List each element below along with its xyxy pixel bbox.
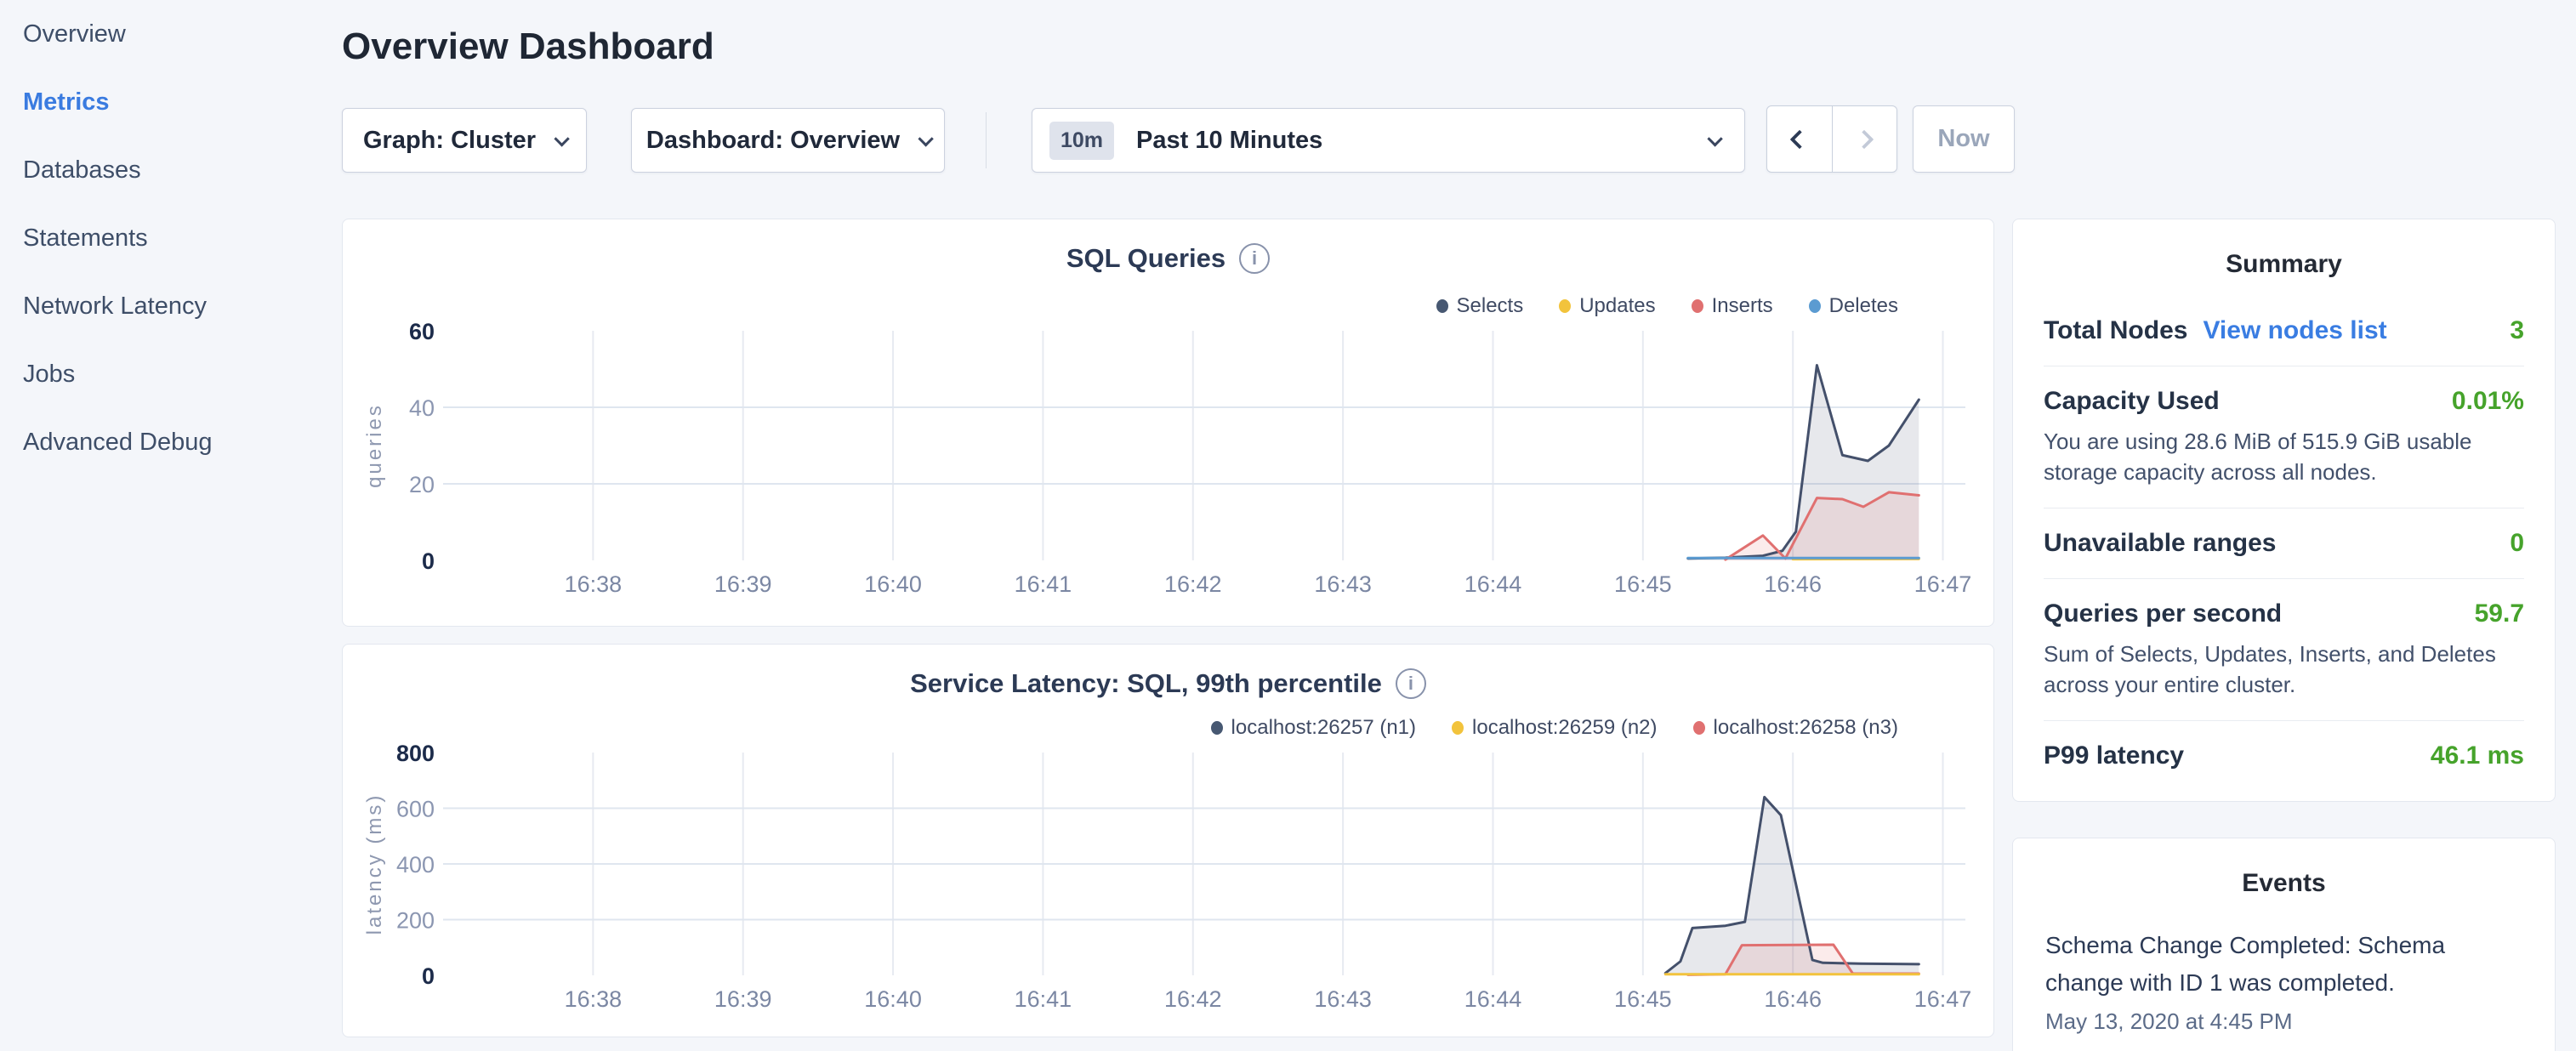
x-axis-tick-label: 16:39 bbox=[714, 571, 772, 597]
x-axis-tick-label: 16:46 bbox=[1764, 571, 1822, 597]
dashboard-dropdown-label: Dashboard: Overview bbox=[646, 127, 900, 155]
x-axis-tick-label: 16:44 bbox=[1464, 571, 1522, 597]
summary-row-label: Capacity Used bbox=[2044, 387, 2220, 416]
summary-row-label: Unavailable ranges bbox=[2044, 529, 2276, 558]
summary-row: Unavailable ranges 0 bbox=[2044, 508, 2524, 578]
chevron-down-icon bbox=[1707, 131, 1722, 146]
x-axis-tick-label: 16:39 bbox=[714, 986, 772, 1012]
x-axis-tick-label: 16:38 bbox=[565, 571, 623, 597]
sidebar-item-network-latency[interactable]: Network Latency bbox=[0, 272, 340, 340]
events-list: Schema Change Completed: Schema change w… bbox=[2045, 927, 2522, 1035]
x-axis-tick-label: 16:42 bbox=[1164, 571, 1222, 597]
sidebar-item-label: Metrics bbox=[23, 88, 110, 116]
x-axis-tick-label: 16:45 bbox=[1614, 986, 1672, 1012]
x-axis-tick-label: 16:40 bbox=[864, 986, 922, 1012]
summary-row-label: P99 latency bbox=[2044, 741, 2184, 770]
x-axis-tick-label: 16:45 bbox=[1614, 571, 1672, 597]
sidebar-item-overview[interactable]: Overview bbox=[0, 0, 340, 68]
sidebar: Overview Metrics Databases Statements Networ… bbox=[0, 0, 340, 1051]
x-axis-tick-label: 16:47 bbox=[1914, 571, 1972, 597]
y-axis-tick-label: 200 bbox=[396, 908, 435, 934]
summary-row-label: Total Nodes bbox=[2044, 316, 2187, 345]
y-axis-tick-label: 800 bbox=[396, 741, 435, 766]
summary-rows: Total Nodes View nodes list 3 Capacity Used… bbox=[2044, 296, 2524, 791]
summary-row-label: Queries per second bbox=[2044, 599, 2282, 628]
x-axis-tick-label: 16:44 bbox=[1464, 986, 1522, 1012]
summary-row-value: 0 bbox=[2510, 529, 2524, 558]
graph-dropdown-label: Graph: Cluster bbox=[363, 127, 536, 155]
y-axis-tick-label: 40 bbox=[409, 395, 435, 421]
sidebar-item-metrics[interactable]: Metrics bbox=[0, 68, 340, 136]
y-axis-label: queries bbox=[363, 403, 386, 488]
event-item: Schema Change Completed: Schema change w… bbox=[2045, 927, 2522, 1035]
x-axis-tick-label: 16:41 bbox=[1015, 571, 1072, 597]
graph-dropdown[interactable]: Graph: Cluster bbox=[342, 108, 587, 173]
summary-row: Queries per second 59.7 Sum of Selects, Up… bbox=[2044, 578, 2524, 720]
controls-bar: Graph: Cluster Dashboard: Overview 10m P… bbox=[342, 105, 2043, 175]
events-panel: Events Schema Change Completed: Schema c… bbox=[2012, 838, 2556, 1051]
events-title: Events bbox=[2045, 869, 2522, 898]
x-axis-tick-label: 16:42 bbox=[1164, 986, 1222, 1012]
time-pager bbox=[1766, 105, 1897, 173]
sidebar-item-label: Statements bbox=[23, 224, 148, 253]
time-range-picker[interactable]: 10m Past 10 Minutes bbox=[1032, 108, 1745, 173]
summary-row-description: Sum of Selects, Updates, Inserts, and De… bbox=[2044, 639, 2524, 700]
chevron-down-icon bbox=[918, 131, 934, 146]
x-axis-tick-label: 16:41 bbox=[1015, 986, 1072, 1012]
x-axis-tick-label: 16:46 bbox=[1764, 986, 1822, 1012]
summary-panel: Summary Total Nodes View nodes list 3 Capac… bbox=[2012, 219, 2556, 802]
x-axis-tick-label: 16:47 bbox=[1914, 986, 1972, 1012]
y-axis-tick-label: 0 bbox=[422, 548, 435, 574]
sql-queries-chart[interactable]: 16:38 16:39 16:40 16:41 16:42 16:43 16:44 16:45… bbox=[343, 219, 1995, 628]
summary-row: P99 latency 46.1 ms bbox=[2044, 720, 2524, 791]
sidebar-item-label: Databases bbox=[23, 156, 141, 185]
y-axis-tick-label: 0 bbox=[422, 963, 435, 989]
service-latency-chart-card: Service Latency: SQL, 99th percentile i … bbox=[342, 644, 1994, 1037]
sidebar-item-advanced-debug[interactable]: Advanced Debug bbox=[0, 408, 340, 476]
summary-row: Capacity Used 0.01% You are using 28.6 MiB… bbox=[2044, 366, 2524, 508]
x-axis-tick-label: 16:38 bbox=[565, 986, 623, 1012]
sidebar-item-databases[interactable]: Databases bbox=[0, 136, 340, 204]
summary-row-value: 3 bbox=[2510, 316, 2524, 345]
time-range-label: Past 10 Minutes bbox=[1136, 127, 1689, 155]
y-axis-tick-label: 20 bbox=[409, 472, 435, 497]
sql-queries-chart-card: SQL Queries i SelectsUpdatesInsertsDelet… bbox=[342, 219, 1994, 627]
sidebar-item-label: Jobs bbox=[23, 361, 75, 389]
service-latency-chart[interactable]: 16:38 16:39 16:40 16:41 16:42 16:43 16:44 16:45… bbox=[343, 645, 1995, 1038]
y-axis-label: latency (ms) bbox=[363, 793, 386, 935]
dashboard-dropdown[interactable]: Dashboard: Overview bbox=[631, 108, 945, 173]
summary-row-value: 46.1 ms bbox=[2431, 741, 2524, 770]
summary-row: Total Nodes View nodes list 3 bbox=[2044, 296, 2524, 366]
y-axis-tick-label: 400 bbox=[396, 852, 435, 878]
chevron-down-icon bbox=[554, 131, 569, 146]
sidebar-item-statements[interactable]: Statements bbox=[0, 204, 340, 272]
now-button[interactable]: Now bbox=[1913, 105, 2015, 173]
series-area bbox=[1726, 492, 1919, 560]
x-axis-tick-label: 16:43 bbox=[1314, 986, 1372, 1012]
y-axis-tick-label: 60 bbox=[409, 319, 435, 344]
x-axis-tick-label: 16:40 bbox=[864, 571, 922, 597]
controls-divider bbox=[986, 112, 987, 168]
y-axis-tick-label: 600 bbox=[396, 797, 435, 822]
summary-row-description: You are using 28.6 MiB of 515.9 GiB usab… bbox=[2044, 426, 2524, 487]
sidebar-item-label: Overview bbox=[23, 20, 126, 48]
time-range-badge: 10m bbox=[1049, 122, 1114, 160]
time-prev-button[interactable] bbox=[1767, 106, 1832, 172]
summary-title: Summary bbox=[2044, 250, 2524, 279]
time-next-button[interactable] bbox=[1832, 106, 1897, 172]
page-title: Overview Dashboard bbox=[342, 26, 714, 68]
event-text: Schema Change Completed: Schema change w… bbox=[2045, 927, 2522, 1002]
summary-row-value: 0.01% bbox=[2452, 387, 2524, 416]
x-axis-tick-label: 16:43 bbox=[1314, 571, 1372, 597]
sidebar-list: Overview Metrics Databases Statements Networ… bbox=[0, 0, 340, 476]
summary-row-value: 59.7 bbox=[2475, 599, 2524, 628]
chevron-right-icon bbox=[1855, 129, 1874, 149]
chevron-left-icon bbox=[1789, 129, 1809, 149]
view-nodes-list-link[interactable]: View nodes list bbox=[2203, 316, 2386, 345]
sidebar-item-label: Network Latency bbox=[23, 293, 207, 321]
sidebar-item-label: Advanced Debug bbox=[23, 429, 213, 457]
sidebar-item-jobs[interactable]: Jobs bbox=[0, 340, 340, 408]
event-timestamp: May 13, 2020 at 4:45 PM bbox=[2045, 1008, 2522, 1035]
